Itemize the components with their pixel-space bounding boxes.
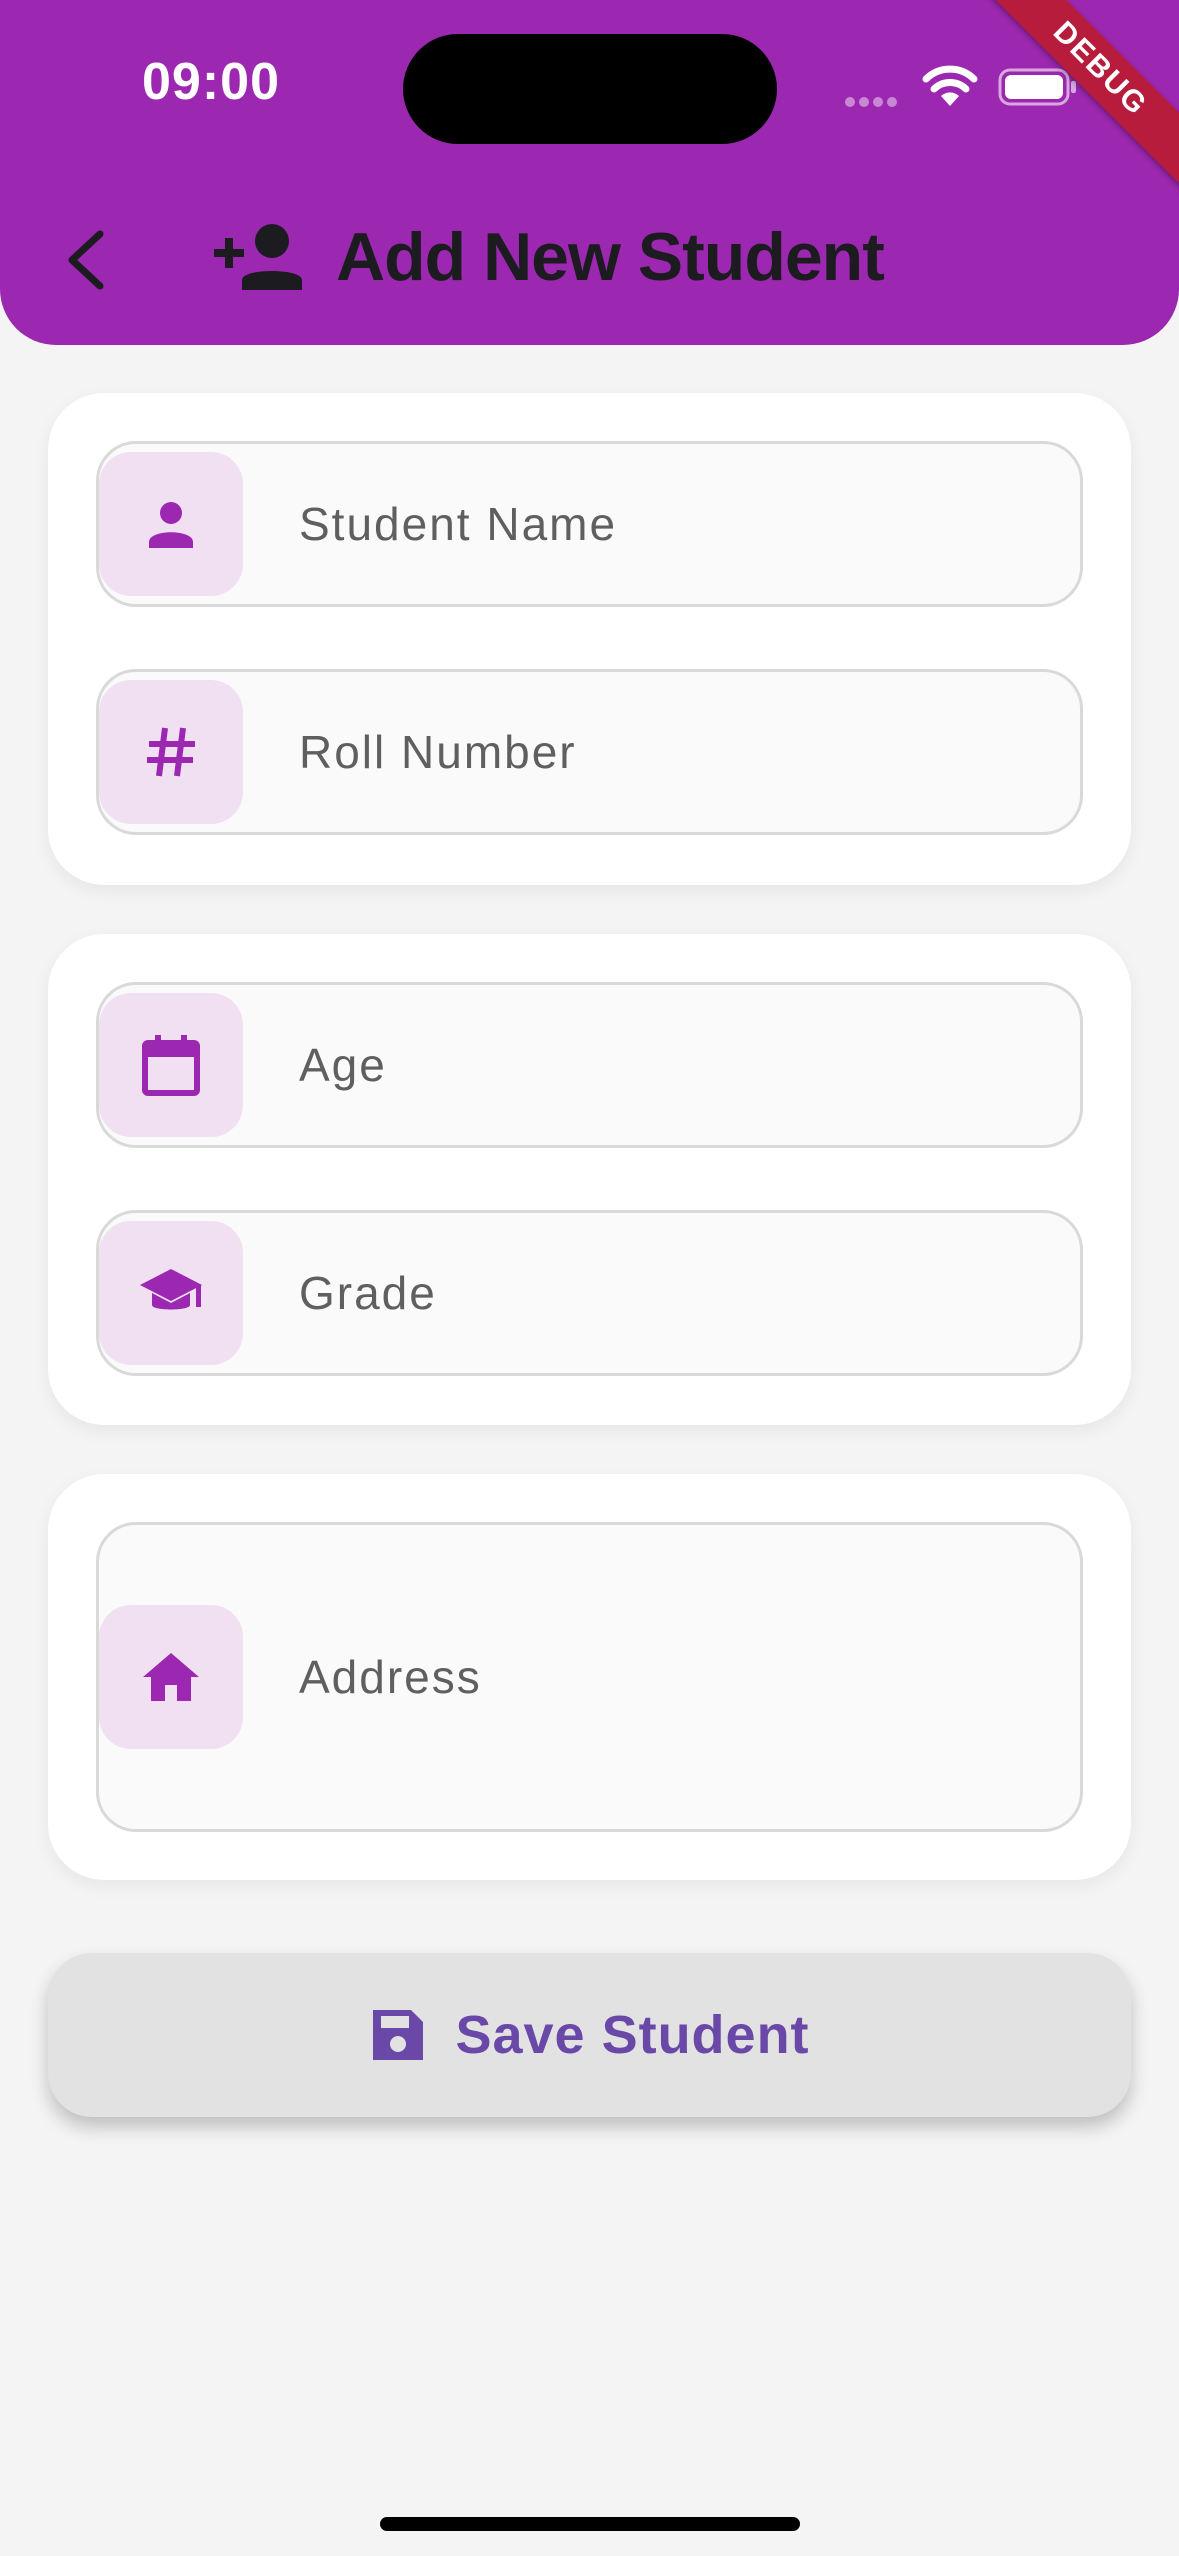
age-label: Age [299,1039,387,1091]
address-field[interactable]: Address [96,1522,1083,1832]
cellular-signal-icon [845,94,901,112]
person-icon [149,502,193,548]
age-field[interactable]: Age [96,982,1083,1148]
field-icon-container [99,1221,243,1365]
calendar-icon [142,1035,200,1096]
back-button[interactable] [56,220,116,300]
field-icon-container [99,452,243,596]
grade-field[interactable]: Grade [96,1210,1083,1376]
student-name-field[interactable]: Student Name [96,441,1083,607]
address-label: Address [299,1651,482,1703]
field-icon-container [99,680,243,824]
battery-icon [998,68,1076,106]
address-card: Address [48,1474,1131,1880]
status-time: 09:00 [142,53,280,111]
chevron-left-icon [68,230,104,290]
student-name-label: Student Name [299,498,618,550]
person-add-icon [214,224,302,290]
roll-number-field[interactable]: Roll Number [96,669,1083,835]
grade-label: Grade [299,1267,437,1319]
home-icon [143,1653,199,1701]
hash-icon [147,727,195,777]
save-icon [373,2010,424,2060]
dynamic-island [403,34,777,144]
field-icon-container [99,1605,243,1749]
graduation-cap-icon [140,1269,202,1310]
save-button-label: Save Student [455,2005,810,2065]
wifi-icon [922,65,978,106]
details-card: Age Grade [48,934,1131,1425]
home-indicator [380,2517,800,2531]
save-student-button[interactable]: Save Student [48,1953,1131,2117]
identity-card: Student Name Roll Number [48,393,1131,885]
app-bar: 09:00 DEBUG Add New Student [0,0,1179,345]
roll-number-label: Roll Number [299,726,577,778]
page-title: Add New Student [336,219,885,295]
field-icon-container [99,993,243,1137]
